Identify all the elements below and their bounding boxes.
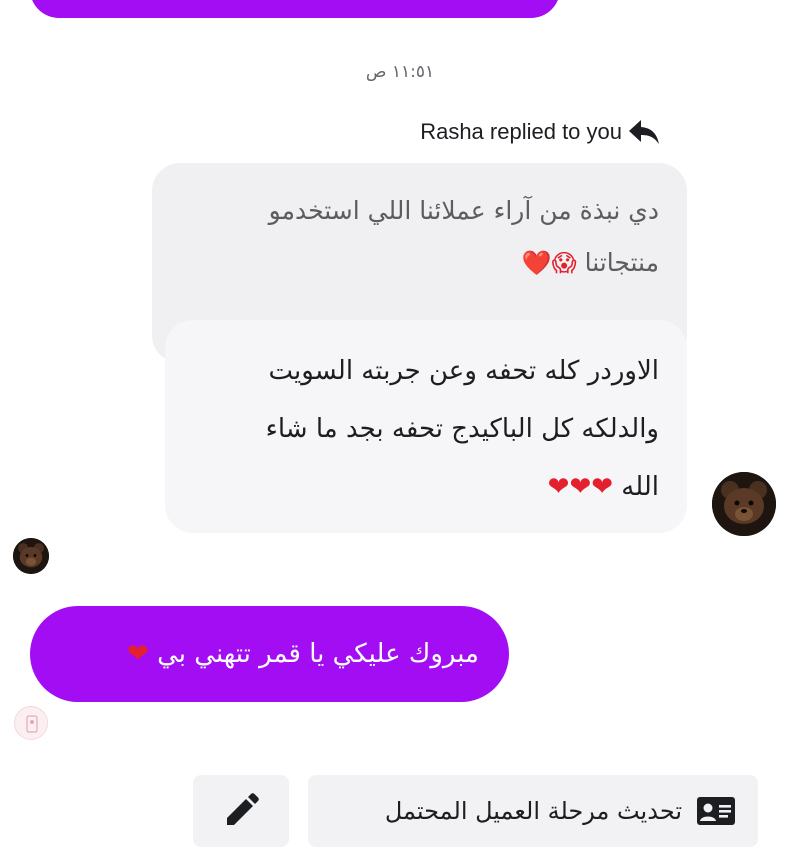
previous-message-bubble[interactable] [30, 0, 560, 18]
reply-indicator-text: Rasha replied to you [420, 119, 622, 144]
my-message-bubble[interactable]: مبروك عليكي يا قمر تتهني بي ❤ [30, 606, 509, 702]
message-timestamp: ١١:٥١ ص [365, 62, 435, 82]
update-lead-stage-button[interactable]: تحديث مرحلة العميل المحتمل [308, 775, 758, 847]
teddy-bear-avatar-icon [13, 538, 49, 574]
reply-message-bubble[interactable]: الاوردر كله تحفه وعن جربته السويت والدلك… [165, 320, 687, 533]
update-lead-stage-label: تحديث مرحلة العميل المحتمل [384, 797, 682, 825]
heart-emoji: ❤ [127, 639, 149, 669]
pencil-icon [227, 793, 259, 825]
reply-arrow-icon [629, 120, 659, 144]
teddy-bear-avatar-icon [712, 472, 776, 536]
quoted-message-line: دي نبذة من آراء عملائنا اللي استخدمو [268, 196, 659, 225]
edit-button[interactable] [193, 775, 289, 847]
my-message-text: مبروك عليكي يا قمر تتهني بي ❤ [127, 639, 479, 669]
sender-avatar-small[interactable] [13, 538, 49, 574]
my-message-text-content: مبروك عليكي يا قمر تتهني بي [157, 639, 479, 669]
reply-message-line: الله ❤❤❤ [193, 458, 659, 516]
hearts-emoji: ❤❤❤ [547, 472, 614, 502]
sender-avatar[interactable] [712, 472, 776, 536]
reply-message-text: الاوردر كله تحفه وعن جربته السويت والدلك… [193, 342, 659, 516]
seen-avatar-icon [16, 708, 47, 739]
reply-indicator: Rasha replied to you [420, 118, 660, 146]
reply-message-line-text: الله [621, 472, 659, 502]
quoted-message-text: دي نبذة من آراء عملائنا اللي استخدمو منت… [180, 185, 659, 289]
reply-message-line: الاوردر كله تحفه وعن جربته السويت [268, 356, 660, 386]
contact-card-icon [697, 797, 735, 825]
reply-message-line: والدلكه كل الباكيدج تحفه بجد ما شاء [265, 414, 659, 444]
quoted-message-line-text: منتجاتنا [584, 248, 659, 277]
seen-receipt-avatar [14, 706, 48, 740]
quoted-message-emojis: 😱❤️ [521, 249, 577, 277]
quoted-message-line: منتجاتنا 😱❤️ [180, 237, 659, 289]
